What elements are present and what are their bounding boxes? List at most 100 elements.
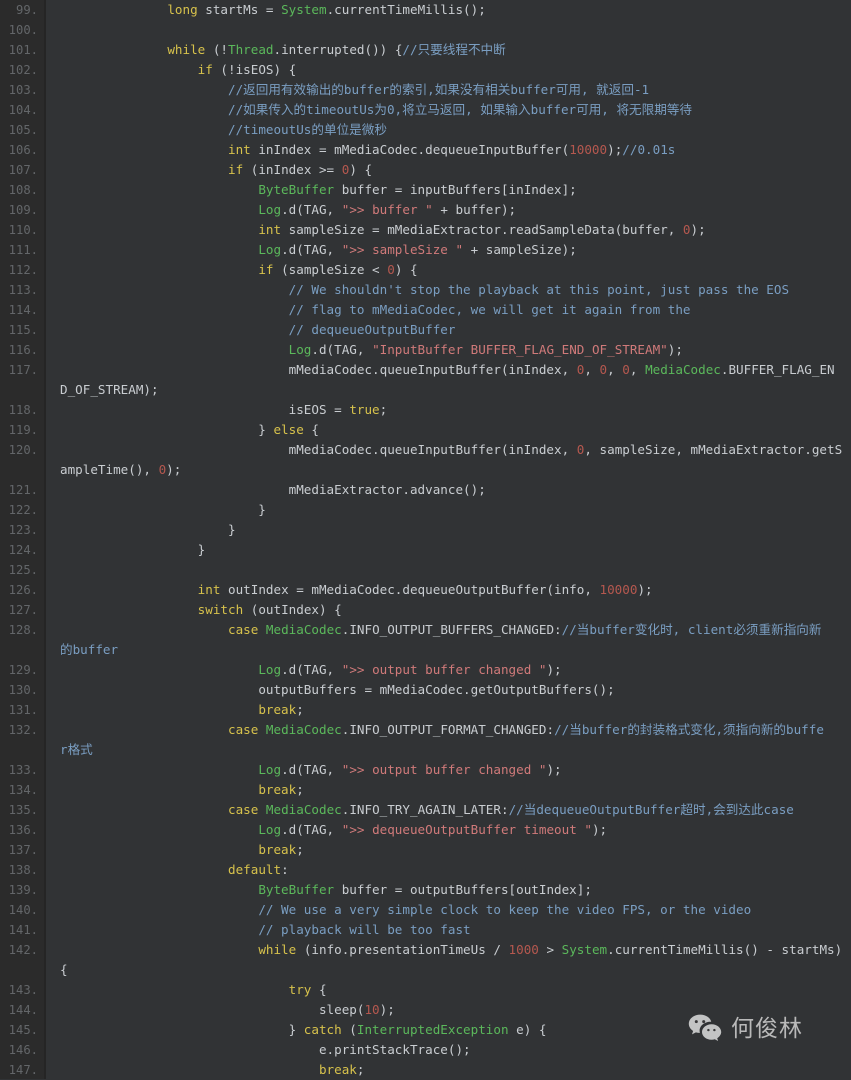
- code-line[interactable]: 102. if (!isEOS) {: [0, 60, 851, 80]
- code-token-pln: [258, 622, 266, 637]
- code-line[interactable]: 130. outputBuffers = mMediaCodec.getOutp…: [0, 680, 851, 700]
- code-text: ampleTime(), 0);: [60, 460, 181, 480]
- code-line[interactable]: 104. //如果传入的timeoutUs为0,将立马返回, 如果输入buffe…: [0, 100, 851, 120]
- code-line[interactable]: 124. }: [0, 540, 851, 560]
- line-number: 140.: [8, 903, 38, 917]
- line-number: 112.: [8, 263, 38, 277]
- code-line[interactable]: 115. // dequeueOutputBuffer: [0, 320, 851, 340]
- code-text: break;: [46, 1060, 365, 1080]
- code-line[interactable]: 129. Log.d(TAG, ">> output buffer change…: [0, 660, 851, 680]
- code-token-pln: (!isEOS) {: [212, 62, 297, 77]
- code-token-pln: .INFO_OUTPUT_FORMAT_CHANGED:: [341, 722, 555, 737]
- code-token-pln: .currentTimeMillis() - startMs): [607, 942, 843, 957]
- code-token-kw2: while: [258, 942, 297, 957]
- code-token-pln: [46, 882, 258, 897]
- code-line-continuation[interactable]: 的buffer: [0, 640, 851, 660]
- code-line[interactable]: 126. int outIndex = mMediaCodec.dequeueO…: [0, 580, 851, 600]
- code-token-pln: }: [46, 422, 274, 437]
- code-line[interactable]: 141. // playback will be too fast: [0, 920, 851, 940]
- code-line[interactable]: 145. } catch (InterruptedException e) {: [0, 1020, 851, 1040]
- code-line[interactable]: 132. case MediaCodec.INFO_OUTPUT_FORMAT_…: [0, 720, 851, 740]
- code-token-pln: + buffer);: [432, 202, 517, 217]
- code-token-cmt: 的buffer: [60, 642, 119, 657]
- code-token-kw2: break: [258, 842, 297, 857]
- code-token-kw2: break: [258, 782, 297, 797]
- code-token-pln: [46, 902, 258, 917]
- code-line[interactable]: 131. break;: [0, 700, 851, 720]
- code-line[interactable]: 103. //返回用有效输出的buffer的索引,如果没有相关buffer可用,…: [0, 80, 851, 100]
- code-line[interactable]: 146. e.printStackTrace();: [0, 1040, 851, 1060]
- code-line[interactable]: 123. }: [0, 520, 851, 540]
- code-token-pln: sleep(: [318, 1002, 365, 1017]
- code-token-kw2: int: [258, 222, 282, 237]
- code-line[interactable]: 117. mMediaCodec.queueInputBuffer(inInde…: [0, 360, 851, 380]
- code-line[interactable]: 125.: [0, 560, 851, 580]
- line-number: 128.: [8, 623, 38, 637]
- code-token-pln: ;: [379, 402, 388, 417]
- code-line[interactable]: 137. break;: [0, 840, 851, 860]
- code-line[interactable]: 139. ByteBuffer buffer = outputBuffers[o…: [0, 880, 851, 900]
- code-token-num: 10: [364, 1002, 380, 1017]
- code-token-pln: mMediaCodec.queueInputBuffer(inIndex,: [288, 362, 577, 377]
- code-token-type: Log: [258, 242, 282, 257]
- code-line[interactable]: 101. while (!Thread.interrupted()) {//只要…: [0, 40, 851, 60]
- line-number: 100.: [8, 23, 38, 37]
- code-token-pln: .d(TAG,: [281, 242, 342, 257]
- code-line-continuation[interactable]: {: [0, 960, 851, 980]
- code-line[interactable]: 107. if (inIndex >= 0) {: [0, 160, 851, 180]
- line-number: 107.: [8, 163, 38, 177]
- code-line[interactable]: 147. break;: [0, 1060, 851, 1080]
- code-line[interactable]: 109. Log.d(TAG, ">> buffer " + buffer);: [0, 200, 851, 220]
- code-line[interactable]: 105. //timeoutUs的单位是微秒: [0, 120, 851, 140]
- code-text: // We use a very simple clock to keep th…: [46, 900, 751, 920]
- code-line[interactable]: 143. try {: [0, 980, 851, 1000]
- code-token-pln: [46, 142, 228, 157]
- code-line[interactable]: 100.: [0, 20, 851, 40]
- code-text: sleep(10);: [46, 1000, 395, 1020]
- code-line[interactable]: 113. // We shouldn't stop the playback a…: [0, 280, 851, 300]
- code-token-pln: .INFO_TRY_AGAIN_LATER:: [341, 802, 509, 817]
- code-line[interactable]: 140. // We use a very simple clock to ke…: [0, 900, 851, 920]
- code-token-pln: }: [46, 522, 236, 537]
- code-text: //如果传入的timeoutUs为0,将立马返回, 如果输入buffer可用, …: [46, 100, 692, 120]
- code-line[interactable]: 136. Log.d(TAG, ">> dequeueOutputBuffer …: [0, 820, 851, 840]
- code-line[interactable]: 122. }: [0, 500, 851, 520]
- code-token-kw2: case: [227, 622, 259, 637]
- code-line[interactable]: 119. } else {: [0, 420, 851, 440]
- code-line[interactable]: 110. int sampleSize = mMediaExtractor.re…: [0, 220, 851, 240]
- code-token-num: 1000: [508, 942, 539, 957]
- code-line[interactable]: 144. sleep(10);: [0, 1000, 851, 1020]
- code-surface[interactable]: 99. long startMs = System.currentTimeMil…: [0, 0, 851, 1079]
- code-line[interactable]: 138. default:: [0, 860, 851, 880]
- code-token-type: MediaCodec: [265, 802, 342, 817]
- code-token-str: ">> dequeueOutputBuffer timeout ": [341, 822, 592, 837]
- line-number: 133.: [8, 763, 38, 777]
- code-line[interactable]: 128. case MediaCodec.INFO_OUTPUT_BUFFERS…: [0, 620, 851, 640]
- code-token-pln: [46, 862, 228, 877]
- code-line[interactable]: 142. while (info.presentationTimeUs / 10…: [0, 940, 851, 960]
- code-token-cmt: // We use a very simple clock to keep th…: [258, 902, 752, 917]
- code-line[interactable]: 111. Log.d(TAG, ">> sampleSize " + sampl…: [0, 240, 851, 260]
- code-line-continuation[interactable]: D_OF_STREAM);: [0, 380, 851, 400]
- code-line[interactable]: 106. int inIndex = mMediaCodec.dequeueIn…: [0, 140, 851, 160]
- code-line-continuation[interactable]: r格式: [0, 740, 851, 760]
- code-token-pln: [46, 342, 289, 357]
- code-line[interactable]: 99. long startMs = System.currentTimeMil…: [0, 0, 851, 20]
- code-line[interactable]: 133. Log.d(TAG, ">> output buffer change…: [0, 760, 851, 780]
- code-line[interactable]: 112. if (sampleSize < 0) {: [0, 260, 851, 280]
- code-token-type: System: [561, 942, 608, 957]
- code-line[interactable]: 118. isEOS = true;: [0, 400, 851, 420]
- line-number: 119.: [8, 423, 38, 437]
- code-line[interactable]: 134. break;: [0, 780, 851, 800]
- code-line-continuation[interactable]: ampleTime(), 0);: [0, 460, 851, 480]
- line-number: 109.: [8, 203, 38, 217]
- code-line[interactable]: 135. case MediaCodec.INFO_TRY_AGAIN_LATE…: [0, 800, 851, 820]
- code-line[interactable]: 127. switch (outIndex) {: [0, 600, 851, 620]
- code-line[interactable]: 116. Log.d(TAG, "InputBuffer BUFFER_FLAG…: [0, 340, 851, 360]
- code-line[interactable]: 121. mMediaExtractor.advance();: [0, 480, 851, 500]
- code-line[interactable]: 120. mMediaCodec.queueInputBuffer(inInde…: [0, 440, 851, 460]
- code-token-pln: ,: [584, 362, 600, 377]
- code-line[interactable]: 114. // flag to mMediaCodec, we will get…: [0, 300, 851, 320]
- line-number: 138.: [8, 863, 38, 877]
- code-line[interactable]: 108. ByteBuffer buffer = inputBuffers[in…: [0, 180, 851, 200]
